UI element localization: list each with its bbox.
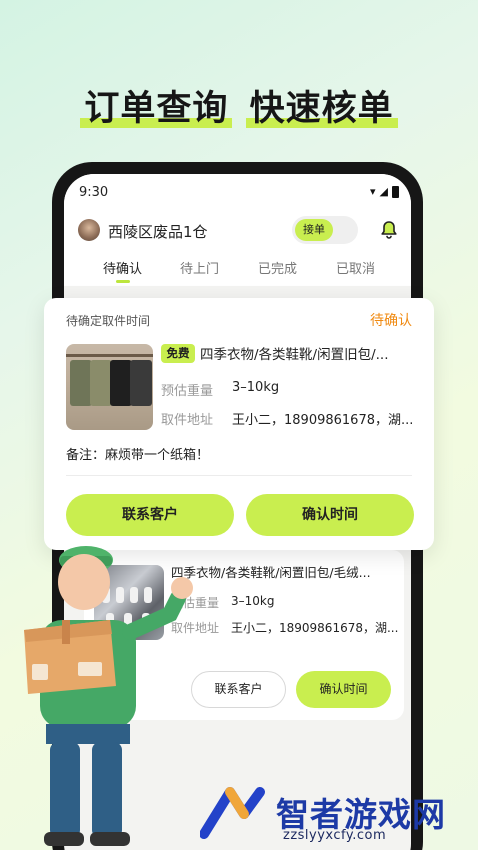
signal-icon: ◢ bbox=[379, 185, 388, 198]
confirm-time-button[interactable]: 确认时间 bbox=[246, 494, 414, 536]
contact-customer-button[interactable]: 联系客户 bbox=[66, 494, 234, 536]
bell-icon[interactable] bbox=[380, 220, 398, 240]
weight-value: 3–10kg bbox=[232, 380, 280, 395]
order-status: 待确认 bbox=[370, 313, 412, 329]
status-bar-time: 9:30 bbox=[79, 185, 109, 200]
order-tabs: 待确认 待上门 已完成 已取消 bbox=[64, 258, 411, 284]
card-divider bbox=[66, 475, 412, 476]
order-note: 备注：麻烦带一个纸箱！ bbox=[66, 448, 210, 463]
address-value: 王小二，18909861678，湖... bbox=[232, 413, 414, 428]
tab-pending-pickup[interactable]: 待上门 bbox=[180, 258, 219, 277]
status-bar-icons: ▾ ◢ bbox=[370, 185, 399, 198]
free-tag: 免费 bbox=[161, 344, 195, 363]
store-name[interactable]: 西陵区废品1仓 bbox=[108, 221, 208, 242]
watermark-url: zzslyyxcfy.com bbox=[283, 828, 387, 843]
weight-label: 预估重量 bbox=[161, 384, 214, 399]
headline-part1: 订单查询 bbox=[80, 80, 233, 131]
accept-orders-toggle-label: 接单 bbox=[295, 219, 333, 241]
watermark-logo bbox=[200, 787, 265, 839]
order-card: 待确定取件时间 待确认 免费 四季衣物/各类鞋靴/闲置旧包/... 预估重量 3… bbox=[44, 298, 434, 550]
order-title: 四季衣物/各类鞋靴/闲置旧包/... bbox=[200, 347, 389, 363]
wifi-icon: ▾ bbox=[370, 185, 376, 198]
active-tab-indicator bbox=[116, 280, 130, 283]
order-2-address-value: 王小二，18909861678，湖... bbox=[231, 621, 399, 635]
app-header: 9:30 ▾ ◢ 西陵区废品1仓 接单 待确认 待上门 已完成 已取消 bbox=[64, 174, 411, 286]
order-2-weight-value: 3–10kg bbox=[231, 594, 275, 608]
order-2-contact-button[interactable]: 联系客户 bbox=[191, 671, 286, 708]
order-2-title: 四季衣物/各类鞋靴/闲置旧包/毛绒... bbox=[171, 565, 371, 580]
tab-cancelled[interactable]: 已取消 bbox=[336, 258, 375, 277]
address-label: 取件地址 bbox=[161, 413, 214, 428]
order-2-confirm-button[interactable]: 确认时间 bbox=[296, 671, 391, 708]
order-thumbnail-clothes bbox=[66, 344, 153, 430]
store-avatar[interactable] bbox=[78, 219, 100, 241]
accept-orders-toggle[interactable]: 接单 bbox=[292, 216, 358, 244]
headline-part2: 快速核单 bbox=[245, 80, 398, 131]
tab-pending-confirm[interactable]: 待确认 bbox=[103, 258, 142, 277]
pickup-time-label: 待确定取件时间 bbox=[66, 314, 151, 328]
tab-completed[interactable]: 已完成 bbox=[258, 258, 297, 277]
headline: 订单查询 快速核单 bbox=[0, 80, 478, 131]
battery-icon bbox=[392, 185, 399, 198]
courier-illustration bbox=[24, 546, 193, 846]
